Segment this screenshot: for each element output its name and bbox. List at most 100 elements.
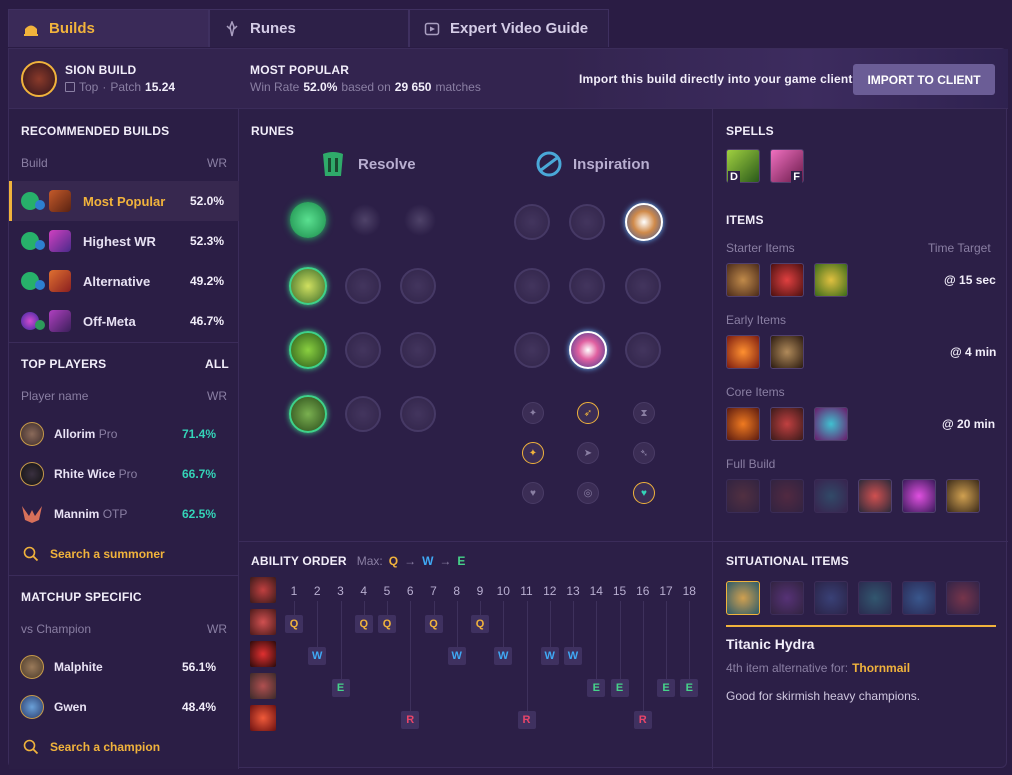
level-gridline — [596, 601, 598, 688]
matchup-row[interactable]: Gwen 48.4% — [9, 687, 239, 727]
level-number: 3 — [337, 584, 344, 598]
ability-level-marker: E — [587, 679, 606, 697]
player-name-wrap: Allorim Pro — [54, 427, 182, 441]
shard-health-2[interactable]: ♥ — [633, 482, 655, 504]
build-option-alternative[interactable]: Alternative 49.2% — [9, 261, 239, 301]
build-option-highest-wr[interactable]: Highest WR 52.3% — [9, 221, 239, 261]
sunfire-aegis-icon[interactable] — [726, 479, 760, 513]
shield-bash-rune[interactable] — [400, 268, 436, 304]
jack-of-all-trades-rune[interactable] — [625, 332, 661, 368]
max-third: E — [457, 554, 466, 568]
heartsteel-icon[interactable] — [814, 479, 848, 513]
situational-item-icon[interactable] — [770, 581, 804, 615]
shard-adaptive-2[interactable]: ✦ — [522, 442, 544, 464]
sunfire-aegis-icon[interactable] — [726, 407, 760, 441]
unflinching-rune[interactable] — [400, 396, 436, 432]
revitalize-rune[interactable] — [345, 396, 381, 432]
jaksho-icon[interactable] — [946, 479, 980, 513]
all-players-link[interactable]: ALL — [205, 357, 229, 371]
ability-level-marker: E — [610, 679, 629, 697]
arrow: → — [404, 554, 417, 568]
spell-ghost-icon[interactable]: D — [726, 149, 760, 183]
left-sidebar: RECOMMENDED BUILDS Build WR Most Popular… — [9, 109, 239, 769]
tab-video-guide[interactable]: Expert Video Guide — [409, 9, 609, 47]
search-summoner-link[interactable]: Search a summoner — [9, 534, 239, 574]
starter-items-label: Starter Items — [726, 241, 795, 255]
overgrowth-rune[interactable] — [289, 395, 327, 433]
search-icon — [23, 546, 39, 562]
situational-item-icon[interactable] — [814, 581, 848, 615]
health-potion-icon[interactable] — [770, 263, 804, 297]
items-title: ITEMS — [726, 213, 764, 227]
avatar — [20, 422, 44, 446]
early-time: @ 4 min — [950, 345, 997, 359]
titanic-hydra-icon[interactable] — [726, 581, 760, 615]
conditioning-rune[interactable] — [345, 332, 381, 368]
shard-attack-speed[interactable]: ➶ — [577, 402, 599, 424]
plated-steelcaps-icon[interactable] — [770, 407, 804, 441]
situational-title: SITUATIONAL ITEMS — [726, 554, 849, 568]
bamis-cinder-icon[interactable] — [726, 335, 760, 369]
level-gridline — [642, 601, 644, 720]
abyssal-mask-icon[interactable] — [902, 479, 936, 513]
biscuit-delivery-rune[interactable] — [625, 268, 661, 304]
font-of-life-rune[interactable] — [345, 268, 381, 304]
spell-teleport-icon[interactable]: F — [770, 149, 804, 183]
shard-ability-haste[interactable]: ⧗ — [633, 402, 655, 424]
shard-tenacity[interactable]: ◎ — [577, 482, 599, 504]
player-row[interactable]: Allorim Pro 71.4% — [9, 414, 239, 454]
time-warp-tonic-rune[interactable] — [569, 268, 605, 304]
cosmic-insight-rune[interactable] — [514, 332, 550, 368]
build-wr: 52.3% — [190, 234, 225, 248]
primary-tree: Resolve — [320, 150, 416, 178]
dorans-shield-icon[interactable] — [726, 263, 760, 297]
aftershock-rune[interactable] — [349, 204, 381, 236]
player-tag: Pro — [118, 467, 138, 481]
hextech-flashtraption-rune[interactable] — [514, 204, 550, 240]
situational-item-icon[interactable] — [902, 581, 936, 615]
alt-label: 4th item alternative for: — [726, 661, 849, 675]
ward-trinket-icon[interactable] — [814, 263, 848, 297]
situational-item-icon[interactable] — [858, 581, 892, 615]
player-name-wrap: Mannim OTP — [54, 507, 182, 521]
level-gridline — [619, 601, 621, 688]
magical-footwear-rune[interactable] — [569, 204, 605, 240]
situational-item-icon[interactable] — [946, 581, 980, 615]
build-option-most-popular[interactable]: Most Popular 52.0% — [9, 181, 239, 221]
thornmail-icon[interactable] — [858, 479, 892, 513]
build-option-off-meta[interactable]: Off-Meta 46.7% — [9, 301, 239, 341]
approach-velocity-rune[interactable] — [569, 331, 607, 369]
plated-steelcaps-icon[interactable] — [770, 479, 804, 513]
tab-builds[interactable]: Builds — [8, 9, 209, 47]
shard-adaptive[interactable]: ✦ — [522, 402, 544, 424]
tab-runes[interactable]: Runes — [209, 9, 409, 47]
demolish-rune[interactable] — [289, 267, 327, 305]
player-row[interactable]: Rhite Wice Pro 66.7% — [9, 454, 239, 494]
cash-back-rune[interactable] — [625, 203, 663, 241]
bone-plating-rune[interactable] — [400, 332, 436, 368]
boots-icon[interactable] — [770, 335, 804, 369]
heartsteel-icon[interactable] — [814, 407, 848, 441]
second-wind-rune[interactable] — [289, 331, 327, 369]
ability-title: ABILITY ORDER — [251, 554, 347, 568]
shard-health[interactable]: ♥ — [522, 482, 544, 504]
divider — [712, 541, 1008, 542]
guardian-rune[interactable] — [404, 204, 436, 236]
most-popular-title: MOST POPULAR — [250, 63, 350, 77]
secondary-tree: Inspiration — [535, 150, 650, 178]
shard-move-speed[interactable]: ➤ — [577, 442, 599, 464]
matchup-row[interactable]: Malphite 56.1% — [9, 647, 239, 687]
build-label: Most Popular — [83, 193, 166, 209]
full-build-label: Full Build — [726, 457, 776, 471]
level-number: 8 — [453, 584, 461, 598]
grasp-keystone-rune[interactable] — [290, 202, 326, 238]
ability-level-marker: W — [447, 647, 466, 665]
shard-health-scaling[interactable]: ➴ — [633, 442, 655, 464]
triple-tonic-rune[interactable] — [514, 268, 550, 304]
import-button[interactable]: IMPORT TO CLIENT — [853, 64, 995, 95]
recommended-title: RECOMMENDED BUILDS — [21, 124, 170, 138]
champion-avatar — [20, 655, 44, 679]
player-row[interactable]: Mannim OTP 62.5% — [9, 494, 239, 534]
search-champion-link[interactable]: Search a champion — [9, 727, 239, 767]
starter-time: @ 15 sec — [944, 273, 996, 287]
